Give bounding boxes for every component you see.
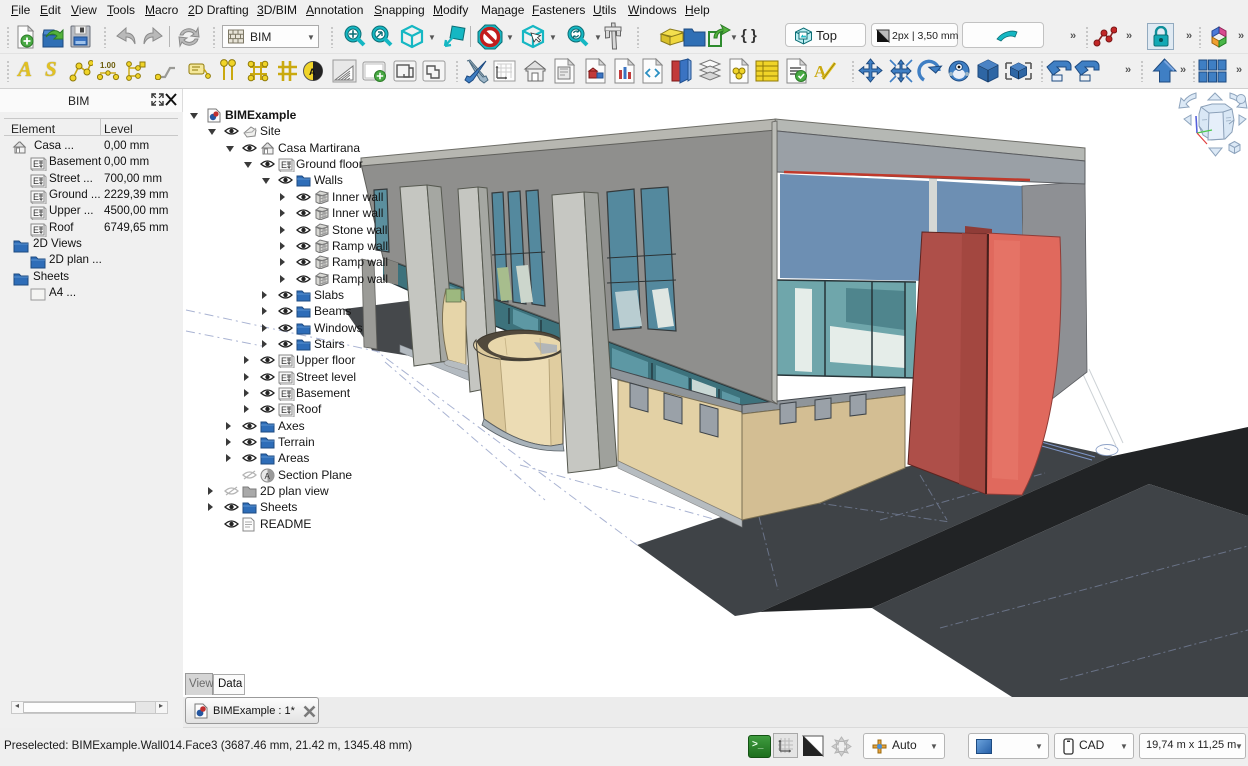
- svg-text:1.00: 1.00: [100, 61, 116, 70]
- svg-text:E: E: [281, 160, 287, 170]
- svg-text:E: E: [33, 192, 39, 202]
- svg-text:E: E: [33, 208, 39, 218]
- svg-text:E: E: [281, 356, 287, 366]
- svg-text:E: E: [281, 405, 287, 415]
- svg-text:E: E: [33, 225, 39, 235]
- svg-text:A: A: [265, 472, 271, 481]
- svg-text:E: E: [281, 373, 287, 383]
- svg-text:E: E: [281, 389, 287, 399]
- svg-text:E: E: [33, 176, 39, 186]
- svg-text:A: A: [309, 67, 316, 77]
- svg-text:E: E: [33, 159, 39, 169]
